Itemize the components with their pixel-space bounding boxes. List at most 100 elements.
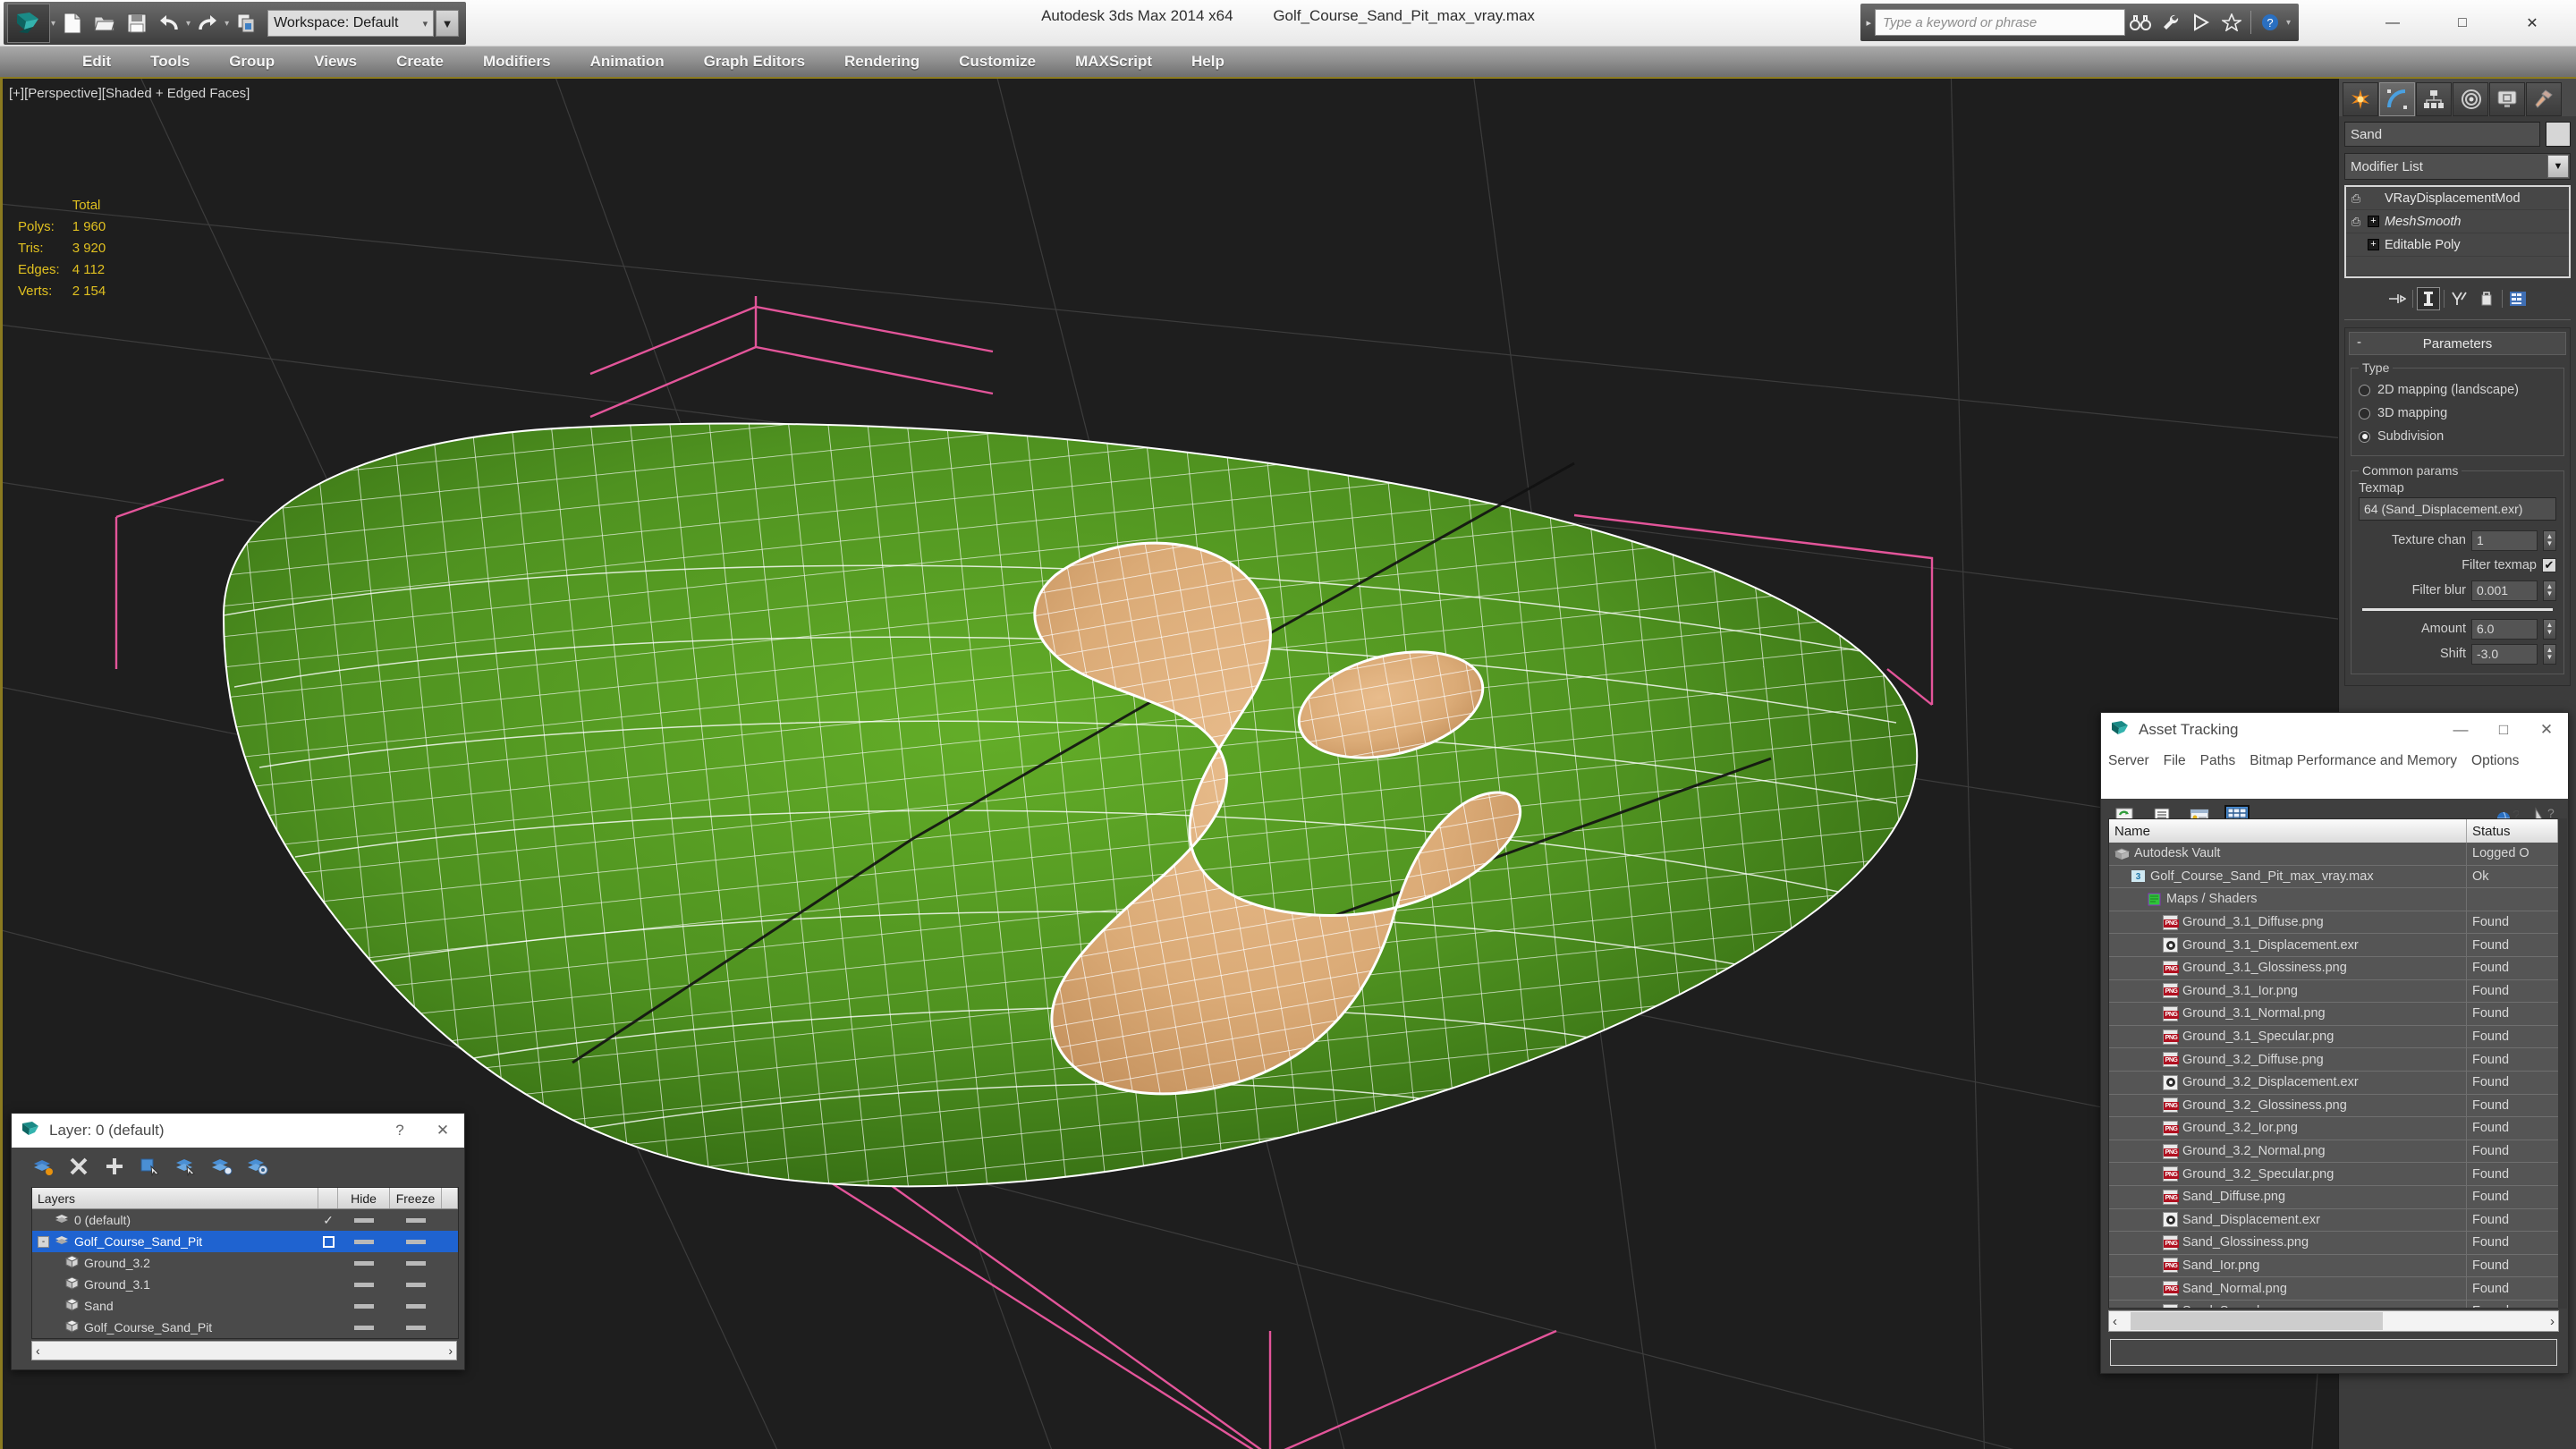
asset-close-button[interactable]: ✕ xyxy=(2525,713,2568,747)
asset-name-cell[interactable]: PNGGround_3.2_Glossiness.png xyxy=(2109,1095,2467,1117)
help-dropdown-arrow[interactable]: ▾ xyxy=(2286,18,2291,28)
radio-button-icon[interactable] xyxy=(2359,385,2370,396)
layer-row[interactable]: Ground_3.1 xyxy=(32,1274,458,1295)
modifier-stack-item[interactable]: +Editable Poly xyxy=(2346,233,2569,257)
menu-item-tools[interactable]: Tools xyxy=(131,47,209,77)
layer-hide-toggle[interactable] xyxy=(338,1240,390,1244)
motion-tab[interactable] xyxy=(2453,82,2488,116)
layer-scroll-right-arrow[interactable]: › xyxy=(448,1343,453,1358)
display-tab[interactable] xyxy=(2489,82,2525,116)
asset-name-cell[interactable]: PNGGround_3.2_Normal.png xyxy=(2109,1140,2467,1163)
layer-freeze-toggle[interactable] xyxy=(390,1326,442,1330)
layer-current-toggle[interactable]: ✓ xyxy=(318,1213,338,1228)
asset-menu-bitmap[interactable]: Bitmap Performance and Memory xyxy=(2250,753,2471,768)
help-icon[interactable]: ? xyxy=(2255,8,2285,37)
layer-close-button[interactable]: ✕ xyxy=(421,1114,464,1148)
shift-field[interactable]: -3.0 xyxy=(2471,644,2538,665)
asset-row[interactable]: Ground_3.1_Displacement.exrFound xyxy=(2109,934,2558,957)
light-bulb-icon[interactable]: ⎙ xyxy=(2350,191,2362,206)
texmap-button[interactable]: 64 (Sand_Displacement.exr) xyxy=(2359,497,2556,521)
layer-row[interactable]: Golf_Course_Sand_Pit xyxy=(32,1317,458,1338)
create-tab[interactable] xyxy=(2343,82,2378,116)
layer-hide-toggle[interactable] xyxy=(338,1218,390,1223)
communication-center-icon[interactable] xyxy=(2186,8,2216,37)
asset-dialog-titlebar[interactable]: Asset Tracking — □ ✕ xyxy=(2101,713,2568,747)
asset-name-cell[interactable]: 3Golf_Course_Sand_Pit_max_vray.max xyxy=(2109,866,2467,888)
asset-name-cell[interactable]: Ground_3.1_Displacement.exr xyxy=(2109,934,2467,956)
show-end-result-icon[interactable] xyxy=(2417,287,2440,310)
asset-row[interactable]: PNGSand_Specular.pngFound xyxy=(2109,1301,2558,1309)
asset-row[interactable]: Autodesk VaultLogged O xyxy=(2109,843,2558,866)
asset-row[interactable]: Maps / Shaders xyxy=(2109,888,2558,911)
asset-row[interactable]: 3Golf_Course_Sand_Pit_max_vray.maxOk xyxy=(2109,866,2558,889)
menu-item-views[interactable]: Views xyxy=(294,47,377,77)
asset-name-cell[interactable]: PNGGround_3.2_Specular.png xyxy=(2109,1163,2467,1185)
menu-item-customize[interactable]: Customize xyxy=(939,47,1055,77)
asset-name-cell[interactable]: Maps / Shaders xyxy=(2109,888,2467,911)
menu-item-group[interactable]: Group xyxy=(209,47,294,77)
viewport-label[interactable]: [+][Perspective][Shaded + Edged Faces] xyxy=(9,86,250,101)
amount-field[interactable]: 6.0 xyxy=(2471,619,2538,640)
add-selection-icon[interactable] xyxy=(103,1155,126,1178)
menu-item-maxscript[interactable]: MAXScript xyxy=(1055,47,1172,77)
layer-dialog-titlebar[interactable]: Layer: 0 (default) ? ✕ xyxy=(12,1114,464,1148)
modifier-list-dropdown[interactable]: Modifier List ▼ xyxy=(2344,153,2571,180)
texture-channel-field[interactable]: 1 xyxy=(2471,530,2538,551)
asset-row[interactable]: Ground_3.2_Displacement.exrFound xyxy=(2109,1072,2558,1095)
layer-freeze-toggle[interactable] xyxy=(390,1304,442,1309)
subscription-wrench-icon[interactable] xyxy=(2156,8,2186,37)
object-color-swatch[interactable] xyxy=(2546,122,2571,147)
type-option[interactable]: 2D mapping (landscape) xyxy=(2359,378,2556,402)
filter-blur-field[interactable]: 0.001 xyxy=(2471,580,2538,601)
asset-menu-paths[interactable]: Paths xyxy=(2200,753,2250,768)
maximize-button[interactable]: □ xyxy=(2428,0,2497,47)
remove-modifier-icon[interactable] xyxy=(2475,287,2498,310)
asset-name-cell[interactable]: PNGSand_Specular.png xyxy=(2109,1301,2467,1309)
asset-name-cell[interactable]: Autodesk Vault xyxy=(2109,843,2467,865)
layer-name-cell[interactable]: 0 (default) xyxy=(32,1213,318,1228)
asset-row[interactable]: Sand_Displacement.exrFound xyxy=(2109,1209,2558,1233)
search-binoculars-icon[interactable] xyxy=(2125,8,2156,37)
asset-row[interactable]: PNGSand_Diffuse.pngFound xyxy=(2109,1186,2558,1209)
asset-scroll-left-arrow[interactable]: ‹ xyxy=(2113,1314,2117,1329)
asset-row[interactable]: PNGSand_Ior.pngFound xyxy=(2109,1255,2558,1278)
pin-stack-icon[interactable] xyxy=(2385,287,2409,310)
layer-row[interactable]: Sand xyxy=(32,1295,458,1317)
menu-item-create[interactable]: Create xyxy=(377,47,463,77)
make-unique-icon[interactable] xyxy=(2448,287,2471,310)
asset-menu-server[interactable]: Server xyxy=(2108,753,2164,768)
layer-name-cell[interactable]: Ground_3.2 xyxy=(32,1255,318,1271)
asset-row[interactable]: PNGGround_3.2_Diffuse.pngFound xyxy=(2109,1048,2558,1072)
asset-name-cell[interactable]: PNGSand_Ior.png xyxy=(2109,1255,2467,1277)
layer-freeze-toggle[interactable] xyxy=(390,1261,442,1266)
rollout-collapse-icon[interactable]: - xyxy=(2357,335,2361,350)
utilities-tab[interactable] xyxy=(2526,82,2562,116)
close-button[interactable]: ✕ xyxy=(2497,0,2567,47)
asset-maximize-button[interactable]: □ xyxy=(2482,713,2525,747)
modifier-stack[interactable]: ⎙VRayDisplacementMod⎙+MeshSmooth+Editabl… xyxy=(2344,185,2571,278)
asset-name-cell[interactable]: PNGGround_3.2_Diffuse.png xyxy=(2109,1048,2467,1071)
light-bulb-icon[interactable]: ⎙ xyxy=(2350,215,2362,229)
asset-minimize-button[interactable]: — xyxy=(2439,713,2482,747)
asset-name-cell[interactable]: PNGGround_3.2_Ior.png xyxy=(2109,1117,2467,1140)
layer-hide-toggle[interactable] xyxy=(338,1261,390,1266)
menu-item-rendering[interactable]: Rendering xyxy=(825,47,939,77)
expand-icon[interactable]: + xyxy=(2368,216,2379,227)
layer-row[interactable]: 0 (default)✓ xyxy=(32,1209,458,1231)
expand-icon[interactable]: + xyxy=(2368,239,2379,250)
collapse-icon[interactable]: - xyxy=(38,1236,49,1248)
parameters-rollout-header[interactable]: - Parameters xyxy=(2349,332,2566,355)
menu-item-help[interactable]: Help xyxy=(1172,47,1244,77)
hierarchy-tab[interactable] xyxy=(2416,82,2452,116)
asset-menu-options[interactable]: Options xyxy=(2471,753,2533,768)
layer-dialog[interactable]: Layer: 0 (default) ? ✕ xyxy=(11,1113,465,1370)
modifier-stack-item[interactable]: ⎙+MeshSmooth xyxy=(2346,210,2569,233)
asset-row[interactable]: PNGGround_3.1_Diffuse.pngFound xyxy=(2109,911,2558,935)
modifier-stack-item[interactable]: ⎙VRayDisplacementMod xyxy=(2346,187,2569,210)
asset-name-cell[interactable]: Ground_3.2_Displacement.exr xyxy=(2109,1072,2467,1094)
asset-menu-file[interactable]: File xyxy=(2164,753,2200,768)
layer-help-button[interactable]: ? xyxy=(378,1114,421,1148)
select-highlighted-layer-icon[interactable] xyxy=(174,1155,198,1178)
amount-spinner[interactable]: ▲▼ xyxy=(2543,619,2556,640)
minimize-button[interactable]: — xyxy=(2358,0,2428,47)
